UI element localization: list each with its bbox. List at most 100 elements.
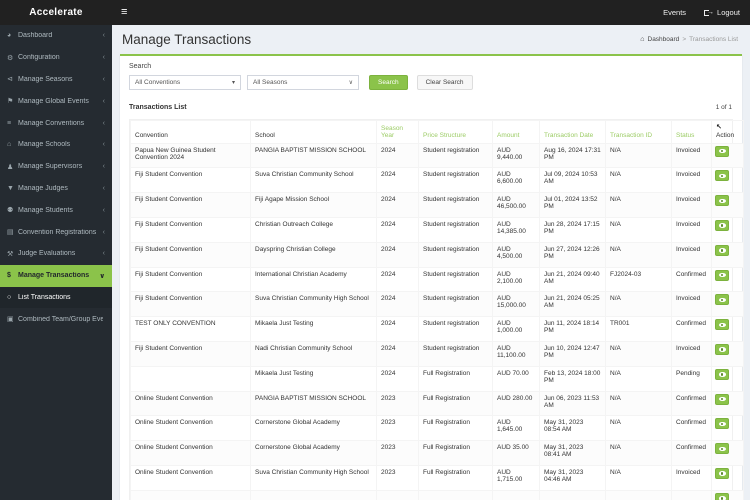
cell-school: PANGIA BAPTIST MISSION SCHOOL: [250, 390, 377, 417]
navbar-body: ≡ Events → Logout: [112, 0, 750, 25]
view-transaction-button[interactable]: [715, 368, 729, 380]
cell-convention: Online Student Convention: [130, 415, 251, 442]
view-transaction-button[interactable]: [715, 492, 729, 500]
sidebar-item-label: Configuration: [18, 54, 60, 62]
cell-status: Confirmed: [671, 316, 712, 343]
search-button[interactable]: Search: [369, 75, 408, 90]
view-transaction-button[interactable]: [715, 319, 729, 331]
cell-transaction-date: May 31, 2023 08:41 AM: [539, 440, 606, 467]
search-label: Search: [129, 63, 152, 70]
sidebar-item-configuration[interactable]: ⚙ Configuration ‹: [0, 47, 112, 69]
cell-action: [711, 316, 744, 343]
list-header: Transactions List 1 of 1: [120, 100, 742, 116]
sidebar-item-judge-evaluations[interactable]: ⚒ Judge Evaluations ‹: [0, 243, 112, 265]
view-transaction-button[interactable]: [715, 468, 729, 480]
cell-convention: Fiji Student Convention: [130, 167, 251, 194]
cell-status: Invoiced: [671, 341, 712, 367]
chevron-down-icon: ∨: [348, 80, 353, 86]
col-amount-sort[interactable]: Amount: [492, 120, 540, 144]
cell-status: [671, 489, 712, 500]
view-transaction-button[interactable]: [715, 393, 729, 405]
cell-transaction-date: Jul 09, 2024 10:53 AM: [539, 167, 606, 194]
logout-link[interactable]: → Logout: [704, 8, 740, 17]
sidebar-toggle-button[interactable]: ≡: [121, 7, 127, 18]
cell-action: [711, 217, 744, 243]
sidebar-item-label: Judge Evaluations: [18, 250, 76, 258]
cell-price-structure: Student registration: [418, 192, 493, 219]
lock-icon: ▣: [7, 316, 14, 324]
col-status-sort[interactable]: Status: [671, 120, 712, 144]
breadcrumb-dashboard-link[interactable]: Dashboard: [648, 36, 680, 43]
cell-convention: Online Student Convention: [130, 440, 251, 467]
view-transaction-button[interactable]: [715, 344, 729, 356]
col-transaction-id-sort[interactable]: Transaction ID: [605, 120, 672, 144]
view-transaction-button[interactable]: [715, 195, 729, 207]
cell-convention: TEST ONLY CONVENTION: [130, 316, 251, 343]
view-transaction-button[interactable]: [715, 170, 729, 182]
view-transaction-button[interactable]: [715, 269, 729, 281]
cell-season-year: [376, 489, 419, 500]
brand-logo[interactable]: Accelerate: [0, 0, 112, 25]
table-row: Fiji Student Convention Dayspring Christ…: [130, 241, 744, 268]
col-price-structure-sort[interactable]: Price Structure: [418, 120, 493, 144]
sidebar-item-manage-transactions[interactable]: $ Manage Transactions ∨: [0, 264, 112, 287]
breadcrumb: ⌂ Dashboard > Transactions List: [640, 36, 738, 43]
sidebar-item-manage-seasons[interactable]: ⊲ Manage Seasons ‹: [0, 69, 112, 91]
view-transaction-button[interactable]: [715, 220, 729, 232]
table-row: Fiji Student Convention International Ch…: [130, 266, 744, 293]
sidebar-item-manage-judges[interactable]: ▼ Manage Judges ‹: [0, 178, 112, 200]
cell-transaction-id: N/A: [605, 217, 672, 243]
cell-action: [711, 241, 744, 268]
view-transaction-button[interactable]: [715, 145, 729, 157]
col-school: School: [250, 120, 377, 144]
conventions-select[interactable]: All Conventions ▾: [129, 75, 241, 90]
eye-icon: [718, 372, 726, 377]
chevron-icon: ‹: [102, 250, 105, 258]
cell-status: Confirmed: [671, 440, 712, 467]
sidebar-item-manage-conventions[interactable]: ≡ Manage Conventions ‹: [0, 112, 112, 134]
cell-transaction-date: Jun 21, 2024 09:40 AM: [539, 266, 606, 293]
cell-season-year: 2023: [376, 390, 419, 417]
events-link[interactable]: Events: [663, 8, 686, 17]
sidebar-item-manage-global-events[interactable]: ⚑ Manage Global Events ‹: [0, 90, 112, 112]
sidebar-item-manage-supervisors[interactable]: ♟ Manage Supervisors ‹: [0, 156, 112, 178]
cell-school: Suva Christian Community High School: [250, 465, 377, 491]
cell-price-structure: [418, 489, 493, 500]
eye-icon: [718, 396, 726, 402]
cell-convention: Online Student Convention: [130, 390, 251, 417]
table-row: Papua New Guinea Student Convention 2024…: [130, 142, 744, 169]
view-transaction-button[interactable]: [715, 294, 729, 306]
transactions-panel: Search All Conventions ▾ All Seasons ∨ S…: [120, 54, 744, 500]
sidebar-item-convention-registrations[interactable]: ▤ Convention Registrations ‹: [0, 221, 112, 243]
cell-action: [711, 390, 744, 417]
cell-transaction-id: N/A: [605, 167, 672, 194]
chevron-icon: ‹: [102, 141, 105, 149]
conventions-select-value: All Conventions: [135, 79, 181, 86]
col-transaction-date-sort[interactable]: Transaction Date: [539, 120, 606, 144]
chevron-icon: ‹: [102, 228, 105, 236]
table-row: Fiji Student Convention Suva Christian C…: [130, 167, 744, 194]
cell-transaction-date: May 31, 2023 04:46 AM: [539, 465, 606, 491]
chevron-icon: ∨: [99, 272, 105, 280]
table-header-row: Convention School Season Year Price Stru…: [130, 120, 744, 144]
cell-price-structure: Full Registration: [418, 365, 493, 392]
cell-convention: Papua New Guinea Student Convention 2024: [130, 142, 251, 169]
sidebar-item-combined-team-group-events[interactable]: ▣ Combined Team/Group Events: [0, 308, 112, 330]
events-label: Events: [663, 8, 687, 17]
brand-title: Accelerate: [29, 7, 83, 18]
clear-search-button[interactable]: Clear Search: [416, 75, 473, 90]
view-transaction-button[interactable]: [715, 418, 729, 430]
sidebar-item-manage-schools[interactable]: ⌂ Manage Schools ‹: [0, 134, 112, 156]
col-season-year-sort[interactable]: Season Year: [376, 120, 419, 144]
cell-amount: AUD 1,000.00: [492, 316, 540, 343]
view-transaction-button[interactable]: [715, 244, 729, 256]
cell-transaction-id: N/A: [605, 291, 672, 318]
view-transaction-button[interactable]: [715, 443, 729, 455]
sidebar-item-manage-students[interactable]: ⚉ Manage Students ‹: [0, 199, 112, 221]
cell-status: Invoiced: [671, 217, 712, 243]
seasons-select[interactable]: All Seasons ∨: [247, 75, 359, 90]
cell-action: [711, 167, 744, 194]
cell-amount: AUD 1,645.00: [492, 415, 540, 442]
sidebar-item-dashboard[interactable]: ◕ Dashboard ‹: [0, 25, 112, 47]
sidebar-item-list-transactions[interactable]: ○ List Transactions: [0, 286, 112, 309]
